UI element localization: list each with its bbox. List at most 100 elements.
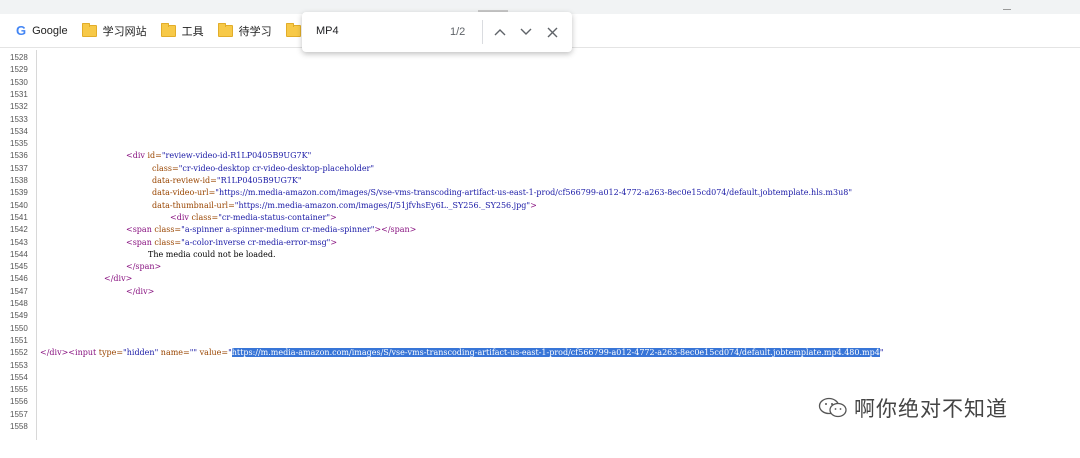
line-code: </div> (126, 286, 154, 298)
close-icon (547, 27, 557, 37)
line-number: 1545 (10, 262, 28, 272)
bookmark-folder-to-learn[interactable]: 待学习 (217, 22, 272, 39)
folder-icon (285, 22, 301, 37)
code-token: name= (160, 348, 190, 358)
code-token: class= (154, 237, 182, 247)
line-number: 1543 (10, 237, 28, 247)
line-number: 1555 (10, 385, 28, 395)
find-match-count: 1/2 (450, 26, 466, 38)
code-token: "a-spinner a-spinner-medium cr-media-spi… (181, 225, 375, 235)
code-token: "https://m.media-amazon.com/images/I/51j… (234, 200, 531, 210)
code-token: </div><input (40, 348, 99, 358)
source-line: 1542 <span class="a-spinner a-spinner-med… (0, 224, 1080, 236)
code-token: "" (189, 348, 200, 358)
source-line: 1543 <span class="a-color-inverse cr-medi… (0, 237, 1080, 249)
window-minimize-icon[interactable] (1003, 9, 1011, 10)
line-number: 1538 (10, 176, 28, 185)
line-number: 1535 (10, 139, 28, 149)
source-line: 1551 (0, 335, 1080, 347)
bookmark-google[interactable]: G Google (16, 23, 68, 38)
source-line: 1530 (0, 77, 1080, 89)
code-token: </div> (126, 286, 155, 296)
line-number: 1531 (10, 89, 28, 99)
line-number: 1556 (10, 397, 28, 407)
view-source-code: 1528 1529 1530 1531 1532 1533 1534 1535 1536 <div… (0, 50, 1080, 440)
code-token: class= (152, 163, 179, 173)
line-code: <span class="a-color-inverse cr-media-er… (126, 237, 337, 249)
source-line: 1553 (0, 360, 1080, 372)
line-number: 1536 (10, 151, 28, 161)
chevron-down-icon (520, 28, 532, 35)
line-number: 1550 (10, 323, 28, 333)
code-token: " (879, 348, 884, 358)
code-token: </div> (104, 274, 133, 284)
source-line: 1547 </div> (0, 286, 1080, 298)
code-token: "cr-video-desktop cr-video-desktop-place… (178, 163, 375, 173)
folder-icon (81, 22, 97, 37)
close-find-button[interactable] (542, 22, 562, 42)
line-number: 1542 (10, 225, 28, 235)
bookmark-folder-tools[interactable]: 工具 (160, 22, 204, 39)
line-code: </span> (126, 261, 161, 273)
source-line: 1540 data-thumbnail-url="https://m.media-… (0, 200, 1080, 212)
source-line: 1554 (0, 372, 1080, 384)
line-code: </div><input type="hidden" name="" value… (40, 347, 884, 359)
code-token: class= (154, 225, 182, 235)
bookmark-label: 待学习 (238, 25, 272, 38)
code-token: type= (98, 348, 124, 358)
bookmark-folder-study-sites[interactable]: 学习网站 (81, 22, 147, 39)
code-token: "https://m.media-amazon.com/images/S/vse… (215, 188, 852, 198)
source-line: 1534 (0, 126, 1080, 138)
source-line: 1552 </div><input type="hidden" name="" v… (0, 347, 1080, 359)
line-number: 1547 (10, 286, 28, 296)
line-number: 1548 (10, 299, 28, 308)
line-code: </div> (104, 273, 132, 285)
source-line: 1531 (0, 89, 1080, 101)
source-line: 1544 The media could not be loaded. (0, 249, 1080, 261)
line-number: 1532 (10, 102, 28, 112)
previous-match-button[interactable] (490, 22, 510, 42)
folder-icon (160, 22, 176, 37)
source-line: 1550 (0, 323, 1080, 335)
chevron-up-icon (494, 29, 506, 36)
bookmark-label: Google (32, 24, 68, 37)
line-number: 1552 (10, 348, 28, 358)
watermark: 啊你绝对不知道 (818, 393, 1008, 423)
line-number: 1551 (10, 335, 28, 345)
watermark-text: 啊你绝对不知道 (854, 397, 1008, 421)
line-number: 1554 (10, 372, 28, 382)
code-token: > (330, 237, 338, 247)
source-line: 1549 (0, 310, 1080, 322)
code-token: ></span> (374, 225, 417, 235)
line-code: data-thumbnail-url="https://m.media-amaz… (152, 200, 537, 212)
line-number: 1534 (10, 126, 28, 136)
source-line: 1528 (0, 52, 1080, 64)
code-token: </span> (126, 262, 162, 272)
line-code: The media could not be loaded. (148, 249, 276, 261)
line-number: 1537 (10, 163, 28, 173)
code-token: data-review-id= (152, 176, 217, 185)
next-match-button[interactable] (516, 22, 536, 42)
code-token: data-video-url= (152, 188, 216, 198)
line-number: 1546 (10, 274, 28, 284)
bookmark-label: 学习网站 (102, 25, 147, 38)
source-line: 1529 (0, 64, 1080, 76)
code-token: class= (191, 212, 219, 222)
code-token: "cr-media-status-container" (218, 212, 330, 222)
folder-icon (217, 22, 233, 37)
line-number: 1557 (10, 409, 28, 419)
code-token: <span (126, 237, 155, 247)
code-token: > (530, 200, 537, 210)
find-input[interactable]: MP4 (316, 25, 339, 37)
line-number: 1544 (10, 249, 28, 259)
code-token: "R1LP0405B9UG7K" (216, 176, 302, 185)
source-line: 1533 (0, 114, 1080, 126)
search-highlight[interactable]: https://m.media-amazon.com/images/S/vse-… (231, 348, 880, 358)
line-number: 1540 (10, 200, 28, 210)
google-icon: G (16, 23, 27, 38)
line-code: <span class="a-spinner a-spinner-medium … (126, 224, 416, 236)
source-line: 1546 </div> (0, 273, 1080, 285)
source-line: 1539 data-video-url="https://m.media-amaz… (0, 187, 1080, 199)
source-line: 1536 <div id="review-video-id-R1LP0405B9U… (0, 150, 1080, 162)
line-code: <div class="cr-media-status-container"> (170, 212, 337, 224)
